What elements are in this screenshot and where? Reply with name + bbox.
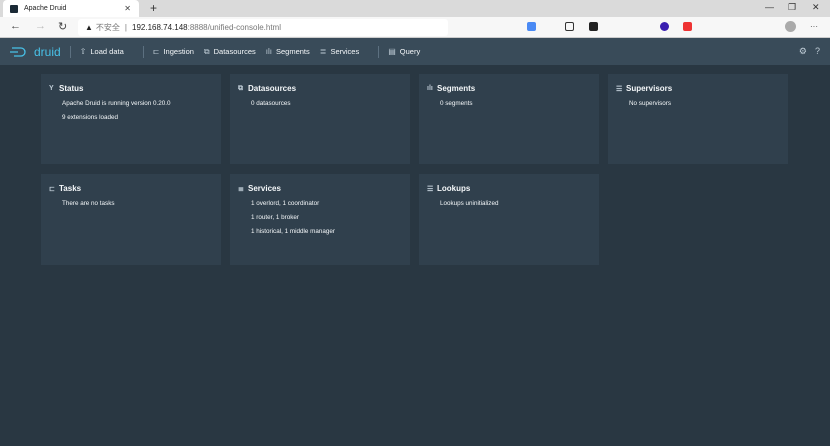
url-path: :8888/unified-console.html (187, 23, 281, 32)
close-tab-icon[interactable]: ✕ (124, 4, 131, 13)
help-icon[interactable]: ? (815, 46, 820, 57)
extension-icon[interactable] (683, 22, 692, 31)
cloud-upload-icon: ⇧ (79, 47, 87, 56)
translate-extension-icon[interactable] (527, 22, 536, 31)
datasources-icon: ⧉ (238, 84, 243, 92)
profile-avatar[interactable] (785, 21, 796, 32)
card-title-text: Status (59, 84, 84, 93)
card-line: 1 router, 1 broker (251, 214, 299, 221)
settings-gear-icon[interactable]: ⚙ (799, 46, 807, 57)
extension-icon[interactable] (589, 22, 598, 31)
card-title-text: Segments (437, 84, 476, 93)
divider (378, 45, 380, 58)
card-title-text: Datasources (248, 84, 297, 93)
card-line: Apache Druid is running version 0.20.0 (62, 100, 171, 107)
tasks-icon: ⊏ (49, 185, 55, 193)
back-icon[interactable]: ← (10, 20, 21, 32)
card-title: ılı Segments (427, 84, 599, 93)
card-title: ☰ Lookups (427, 184, 599, 193)
new-tab-icon[interactable]: + (150, 1, 157, 15)
nav-label: Query (399, 47, 421, 56)
divider: | (124, 23, 127, 32)
card-title-text: Supervisors (626, 84, 673, 93)
druid-logo-icon (10, 46, 26, 57)
card-title: ⊏ Tasks (49, 184, 221, 193)
nav-label: Load data (90, 47, 124, 56)
address-row: ← → ↻ ▲ 不安全 | 192.168.74.148:8888/unifie… (0, 17, 830, 38)
druid-navbar: druid ⇧ Load data ⊏ Ingestion ⧉ Datasources… (0, 38, 830, 65)
card-line: 1 overlord, 1 coordinator (251, 200, 320, 207)
forward-icon[interactable]: → (35, 20, 46, 32)
nav-label: Services (330, 47, 360, 56)
nav-ingestion[interactable]: ⊏ Ingestion (153, 47, 194, 56)
application-icon: ▤ (388, 47, 396, 56)
lookups-icon: ☰ (427, 185, 434, 193)
card-datasources[interactable]: ⧉ Datasources 0 datasources (230, 74, 410, 164)
druid-favicon-icon (10, 4, 18, 13)
nav-label: Ingestion (163, 47, 194, 56)
warning-icon: ▲ (85, 23, 93, 32)
divider (142, 45, 144, 58)
card-title-text: Services (248, 184, 281, 193)
card-tasks[interactable]: ⊏ Tasks There are no tasks (41, 174, 221, 265)
nav-label: Segments (275, 47, 310, 56)
card-title: Y Status (49, 84, 221, 93)
card-status[interactable]: Y Status Apache Druid is running version 0… (41, 74, 221, 164)
card-line: 9 extensions loaded (62, 114, 119, 121)
card-title: ⧉ Datasources (238, 84, 410, 93)
datasources-icon: ⧉ (203, 46, 210, 56)
extension-icon[interactable] (660, 22, 669, 31)
nav-datasources[interactable]: ⧉ Datasources (204, 47, 256, 57)
card-services[interactable]: ≣ Services 1 overlord, 1 coordinator 1 rout… (230, 174, 410, 265)
browser-tab[interactable]: Apache Druid ✕ (3, 0, 139, 17)
nav-services[interactable]: ≣ Services (320, 47, 359, 56)
insecure-label: 不安全 (95, 23, 120, 32)
nav-label: Datasources (213, 47, 256, 56)
card-title-text: Lookups (437, 184, 471, 193)
browser-tab-bar: Apache Druid ✕ + — ❐ ✕ (0, 0, 830, 17)
logo-text: druid (34, 44, 61, 59)
status-icon: Y (49, 85, 54, 92)
card-lookups[interactable]: ☰ Lookups Lookups uninitialized (419, 174, 599, 265)
card-title-text: Tasks (59, 184, 82, 193)
card-title: ≣ Services (238, 184, 410, 193)
database-icon: ≣ (319, 47, 327, 56)
services-icon: ≣ (238, 185, 244, 193)
address-bar[interactable]: ▲ 不安全 | 192.168.74.148:8888/unified-cons… (78, 19, 448, 36)
minimize-icon[interactable]: — (765, 2, 774, 12)
card-supervisors[interactable]: ☰ Supervisors No supervisors (608, 74, 788, 164)
reload-icon[interactable]: ↻ (58, 20, 67, 33)
card-segments[interactable]: ılı Segments 0 segments (419, 74, 599, 164)
url-host: 192.168.74.148 (132, 23, 188, 32)
druid-logo[interactable]: druid (10, 45, 61, 59)
divider (69, 45, 71, 58)
gantt-chart-icon: ⊏ (152, 47, 160, 56)
segments-icon: ılı (427, 85, 433, 92)
nav-segments[interactable]: ılı Segments (266, 47, 310, 56)
segments-icon: ılı (265, 47, 272, 56)
more-icon[interactable]: ··· (810, 22, 818, 31)
tab-title: Apache Druid (24, 5, 67, 12)
card-line: Lookups uninitialized (440, 200, 499, 207)
nav-query[interactable]: ▤ Query (388, 47, 420, 56)
card-line: 0 datasources (251, 100, 291, 107)
card-line: 0 segments (440, 100, 473, 107)
card-title: ☰ Supervisors (616, 84, 788, 93)
window-close-icon[interactable]: ✕ (812, 2, 820, 13)
cast-extension-icon[interactable] (565, 22, 574, 31)
nav-load-data[interactable]: ⇧ Load data (80, 47, 124, 56)
supervisors-icon: ☰ (616, 85, 623, 93)
card-line: 1 historical, 1 middle manager (251, 228, 335, 235)
card-line: There are no tasks (62, 200, 115, 207)
card-line: No supervisors (629, 100, 671, 107)
restore-icon[interactable]: ❐ (788, 2, 796, 13)
